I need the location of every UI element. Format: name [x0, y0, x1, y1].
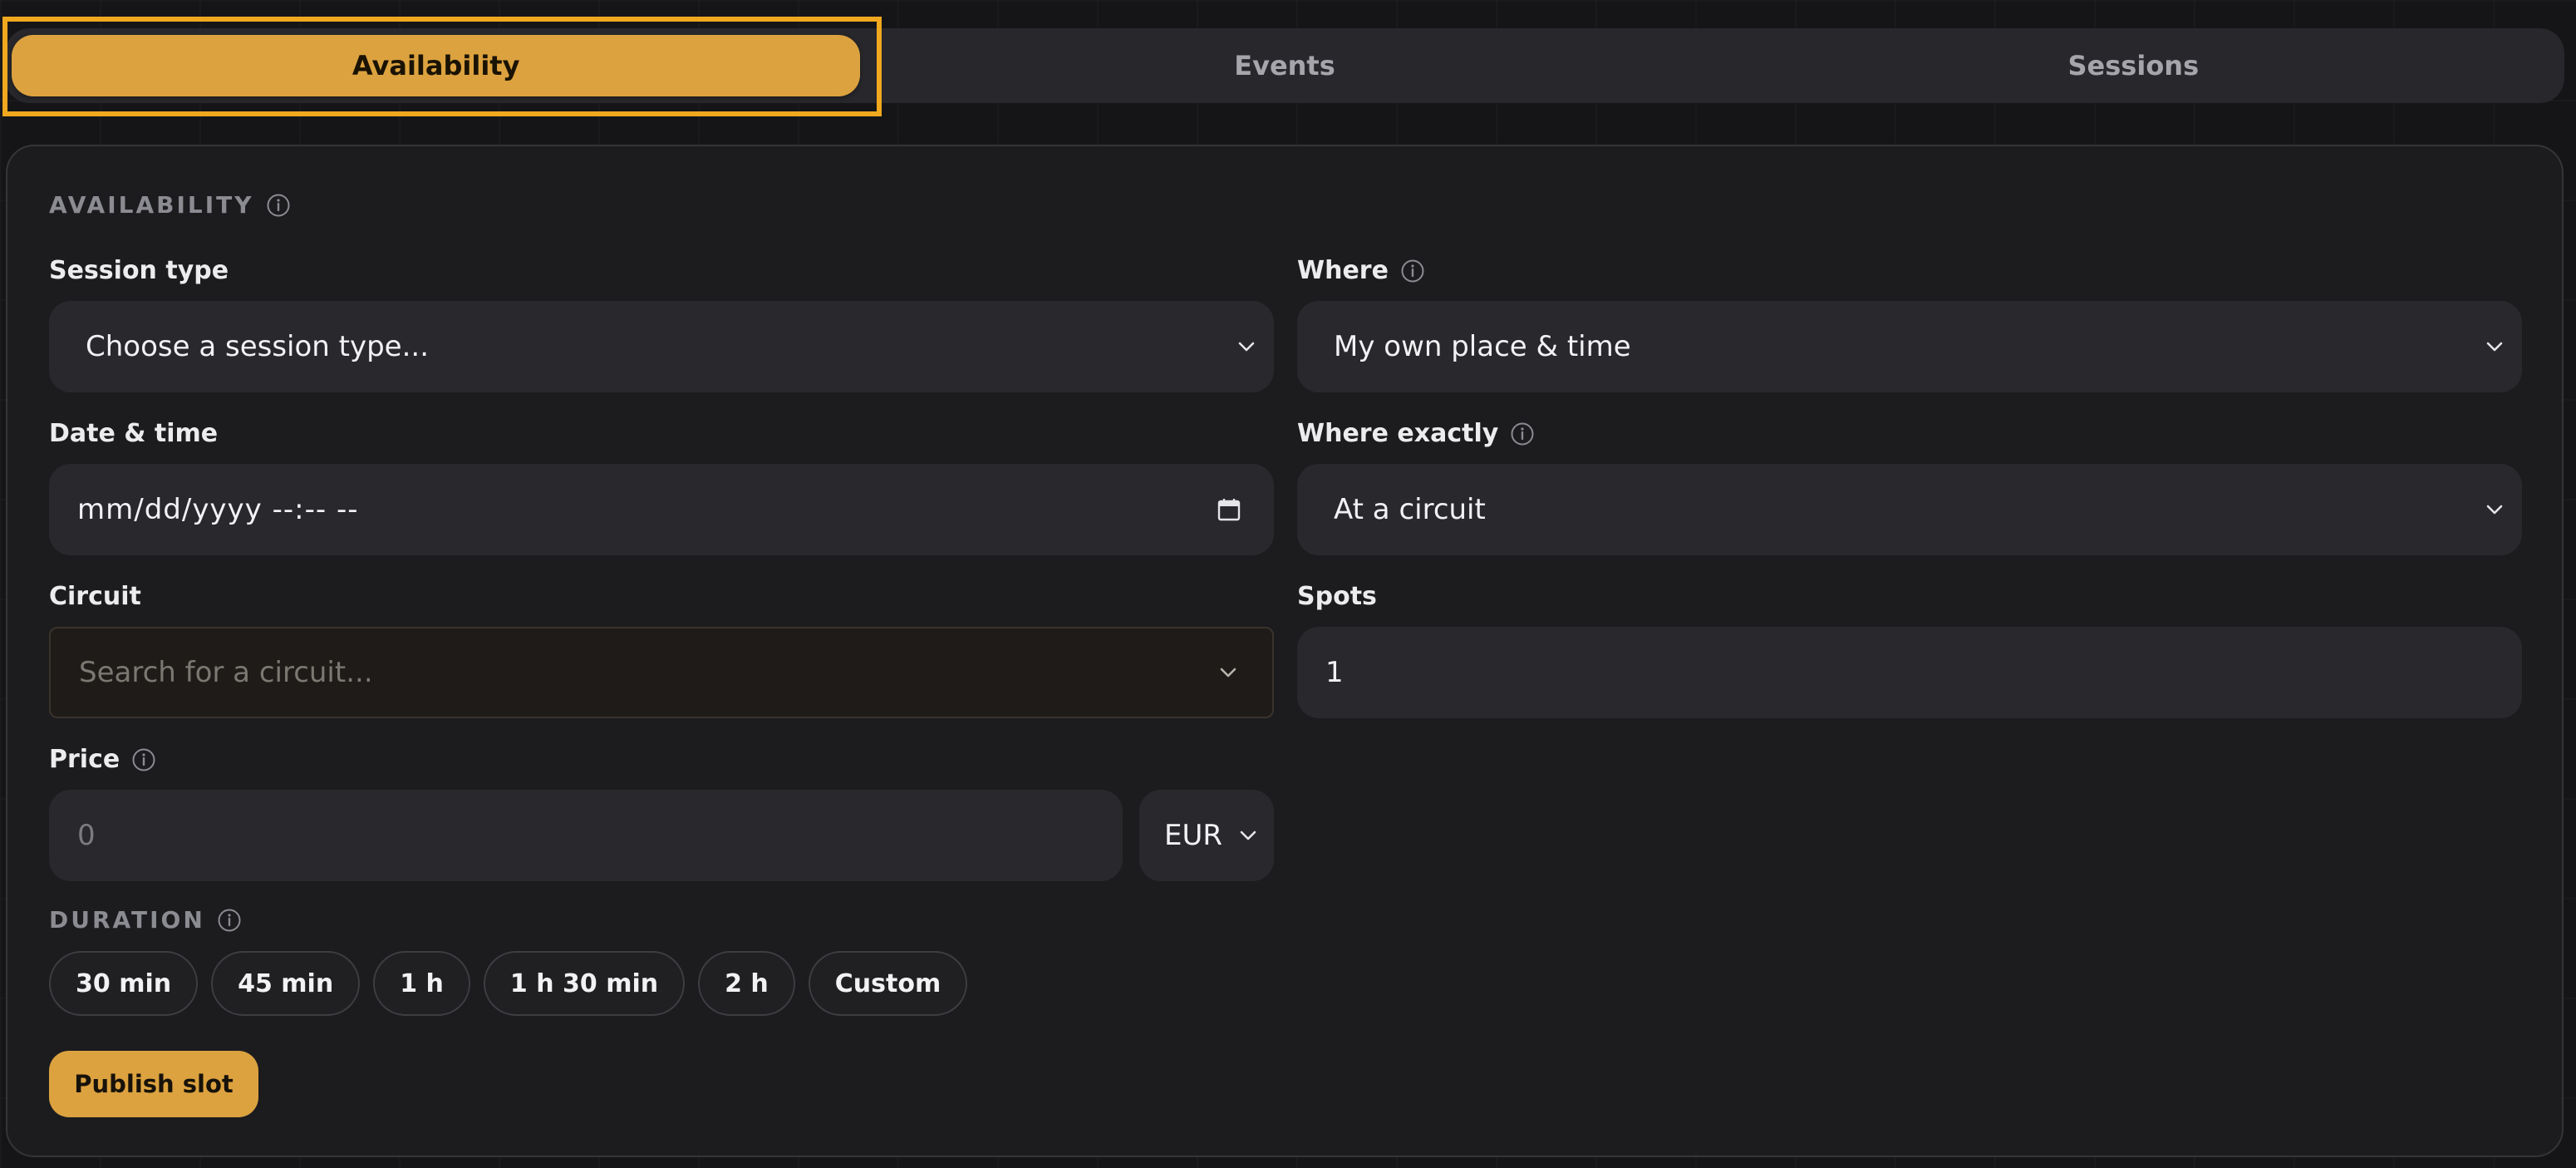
section-title-text: AVAILABILITY — [49, 191, 254, 219]
spots-label: Spots — [1297, 582, 1377, 611]
price-placeholder: 0 — [77, 819, 96, 852]
chevron-down-icon — [2482, 334, 2507, 359]
info-icon[interactable] — [217, 908, 242, 933]
price-label-text: Price — [49, 745, 120, 774]
spots-label-text: Spots — [1297, 582, 1377, 611]
circuit-placeholder: Search for a circuit... — [79, 656, 373, 689]
duration-chip-1h[interactable]: 1 h — [373, 951, 470, 1016]
where-label-text: Where — [1297, 256, 1389, 285]
date-time-input[interactable]: mm/dd/yyyy --:-- -- — [49, 464, 1274, 555]
duration-chip-45min[interactable]: 45 min — [211, 951, 361, 1016]
currency-select[interactable]: EUR — [1139, 790, 1274, 881]
duration-chip-1h30min[interactable]: 1 h 30 min — [483, 951, 686, 1016]
session-type-label-text: Session type — [49, 256, 229, 285]
calendar-icon[interactable] — [1216, 496, 1242, 523]
spots-input[interactable]: 1 — [1297, 627, 2522, 718]
where-exactly-select[interactable]: At a circuit — [1297, 464, 2522, 555]
session-type-value: Choose a session type... — [86, 330, 430, 363]
tab-bar: Availability Events Sessions — [5, 28, 2564, 103]
tab-availability[interactable]: Availability — [12, 35, 861, 96]
chevron-down-icon — [1236, 823, 1261, 848]
duration-options: 30 min 45 min 1 h 1 h 30 min 2 h Custom — [49, 951, 968, 1016]
date-time-label-text: Date & time — [49, 419, 219, 448]
publish-slot-button[interactable]: Publish slot — [49, 1051, 258, 1117]
circuit-label-text: Circuit — [49, 582, 141, 611]
duration-chip-custom[interactable]: Custom — [808, 951, 968, 1016]
price-input[interactable]: 0 — [49, 790, 1123, 881]
duration-chip-2h[interactable]: 2 h — [698, 951, 795, 1016]
where-label: Where — [1297, 256, 1425, 285]
date-time-label: Date & time — [49, 419, 218, 448]
info-icon[interactable] — [1510, 421, 1535, 446]
where-exactly-label: Where exactly — [1297, 419, 1535, 448]
currency-value: EUR — [1164, 819, 1222, 852]
where-value: My own place & time — [1334, 330, 1631, 363]
where-exactly-label-text: Where exactly — [1297, 419, 1499, 448]
date-time-value: mm/dd/yyyy --:-- -- — [77, 493, 359, 526]
chevron-down-icon — [2482, 497, 2507, 522]
info-icon[interactable] — [266, 193, 291, 218]
duration-title-text: DURATION — [49, 906, 205, 934]
spots-value: 1 — [1325, 656, 1344, 689]
section-title-availability: AVAILABILITY — [49, 191, 291, 219]
circuit-label: Circuit — [49, 582, 141, 611]
info-icon[interactable] — [131, 747, 156, 772]
section-title-duration: DURATION — [49, 906, 242, 934]
chevron-down-icon — [1234, 334, 1259, 359]
duration-chip-30min[interactable]: 30 min — [49, 951, 199, 1016]
where-select[interactable]: My own place & time — [1297, 301, 2522, 392]
availability-form-card: AVAILABILITY Session type Choose a sessi… — [6, 145, 2564, 1157]
circuit-search-input[interactable]: Search for a circuit... — [49, 627, 1274, 718]
session-type-label: Session type — [49, 256, 229, 285]
info-icon[interactable] — [1400, 259, 1425, 283]
where-exactly-value: At a circuit — [1334, 493, 1486, 526]
tab-sessions[interactable]: Sessions — [1709, 35, 2558, 96]
chevron-down-icon[interactable] — [1216, 660, 1241, 685]
session-type-select[interactable]: Choose a session type... — [49, 301, 1274, 392]
price-label: Price — [49, 745, 156, 774]
tab-events[interactable]: Events — [860, 35, 1708, 96]
